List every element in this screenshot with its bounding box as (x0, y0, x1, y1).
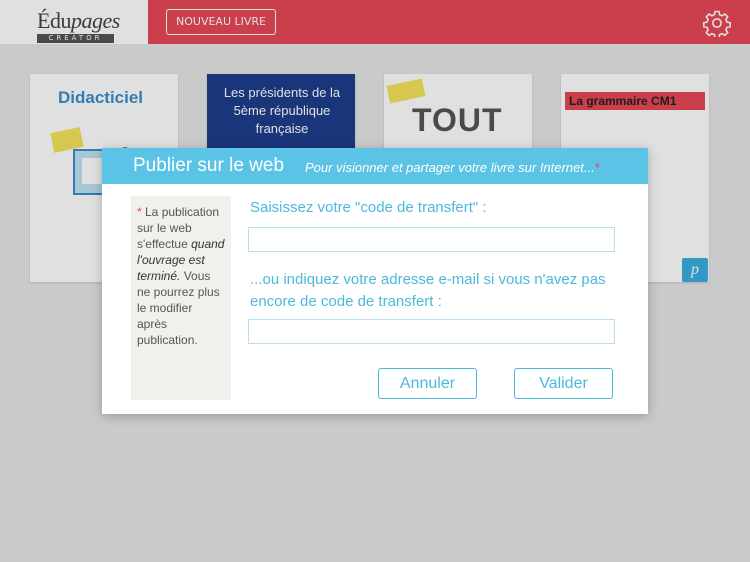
dialog-subtitle: Pour visionner et partager votre livre s… (305, 160, 600, 175)
publish-dialog: Publier sur le web Pour visionner et par… (102, 148, 648, 414)
transfer-code-label: Saisissez votre "code de transfert" : (250, 199, 487, 216)
dialog-header: Publier sur le web Pour visionner et par… (102, 148, 648, 184)
email-label: ...ou indiquez votre adresse e-mail si v… (250, 271, 606, 310)
dialog-title: Publier sur le web (133, 155, 285, 176)
publication-note: * La publication sur le web s'effectue q… (131, 196, 231, 400)
transfer-code-input[interactable] (248, 227, 615, 252)
cancel-button[interactable]: Annuler (378, 368, 477, 399)
email-input[interactable] (248, 319, 615, 344)
validate-button[interactable]: Valider (514, 368, 613, 399)
